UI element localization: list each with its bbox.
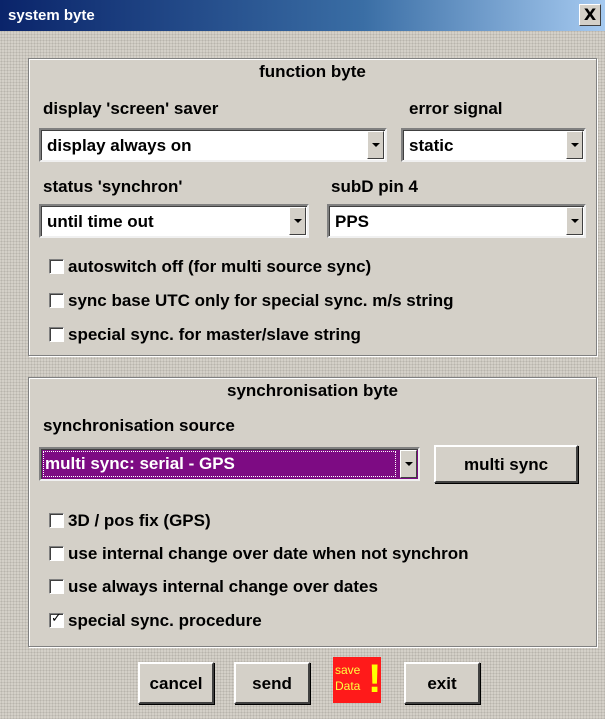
checkbox-label: special sync. for master/slave string: [68, 325, 361, 344]
checkbox-box[interactable]: [49, 327, 64, 342]
window-title: system byte: [8, 7, 95, 24]
exit-button[interactable]: exit: [404, 662, 480, 704]
checkbox-box[interactable]: [49, 259, 64, 274]
screen-saver-label: display 'screen' saver: [43, 99, 219, 118]
save-data-button[interactable]: save Data !: [333, 657, 381, 703]
status-synchron-value: until time out: [47, 212, 154, 231]
exclamation-icon: !: [368, 657, 382, 701]
chevron-down-icon[interactable]: [566, 131, 583, 159]
checkbox-label: use internal change over date when not s…: [68, 544, 469, 563]
multi-sync-button[interactable]: multi sync: [434, 445, 578, 483]
screen-saver-value: display always on: [47, 136, 192, 155]
system-byte-dialog: system byte X function byte display 'scr…: [0, 0, 605, 719]
subd-pin4-value: PPS: [335, 212, 370, 231]
error-signal-label: error signal: [409, 99, 503, 118]
data-label: Data: [335, 679, 361, 693]
cancel-label: cancel: [149, 674, 203, 693]
checkbox-label: use always internal change over dates: [68, 577, 378, 596]
checkbox-label: sync base UTC only for special sync. m/s…: [68, 291, 454, 310]
save-label: save: [335, 663, 361, 677]
close-button[interactable]: X: [579, 4, 601, 26]
checkbox-label: 3D / pos fix (GPS): [68, 511, 211, 530]
checkbox-box[interactable]: ✓: [49, 611, 64, 628]
close-icon: X: [583, 5, 597, 24]
status-synchron-select[interactable]: until time out: [39, 204, 309, 238]
checkbox-box[interactable]: [49, 579, 64, 594]
sync-source-label: synchronisation source: [43, 416, 235, 435]
chevron-down-icon[interactable]: [289, 207, 306, 235]
title-bar[interactable]: system byte X: [0, 0, 605, 31]
checkbox-box[interactable]: [49, 293, 64, 308]
checkbox-box[interactable]: [49, 513, 64, 528]
sync-source-value: multi sync: serial - GPS: [45, 454, 235, 473]
function-byte-title: function byte: [259, 62, 366, 81]
send-label: send: [252, 674, 292, 693]
error-signal-select[interactable]: static: [401, 128, 586, 162]
send-button[interactable]: send: [234, 662, 310, 704]
cancel-button[interactable]: cancel: [138, 662, 214, 704]
chevron-down-icon[interactable]: [367, 131, 384, 159]
synchronisation-byte-title: synchronisation byte: [227, 381, 398, 400]
status-synchron-label: status 'synchron': [43, 177, 183, 196]
checkbox-label: special sync. procedure: [68, 611, 262, 630]
check-mark-icon: ✓: [51, 611, 62, 626]
error-signal-value: static: [409, 136, 454, 155]
function-byte-group: function byte display 'screen' saver dis…: [28, 58, 597, 356]
screen-saver-select[interactable]: display always on: [39, 128, 387, 162]
synchronisation-byte-group: synchronisation byte synchronisation sou…: [28, 377, 597, 647]
multi-sync-label: multi sync: [463, 455, 549, 474]
subd-pin4-label: subD pin 4: [331, 177, 418, 196]
chevron-down-icon[interactable]: [400, 450, 417, 478]
subd-pin4-select[interactable]: PPS: [327, 204, 586, 238]
exit-label: exit: [427, 674, 457, 693]
sync-source-select[interactable]: multi sync: serial - GPS: [39, 447, 420, 481]
chevron-down-icon[interactable]: [566, 207, 583, 235]
checkbox-label: autoswitch off (for multi source sync): [68, 257, 372, 276]
checkbox-box[interactable]: [49, 546, 64, 561]
